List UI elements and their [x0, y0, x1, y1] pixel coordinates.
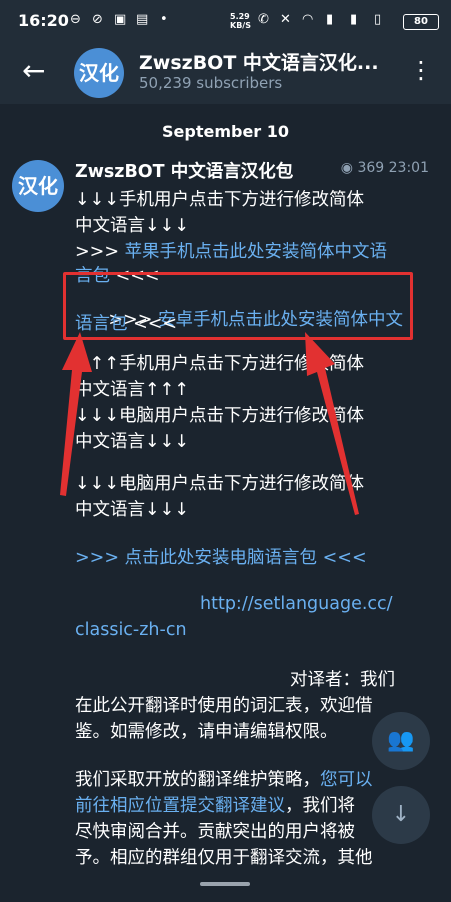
signal2-icon: ▮: [350, 12, 358, 27]
channel-avatar[interactable]: 汉化: [74, 48, 124, 98]
message-line: 鉴。如需修改，请申请编辑权限。: [75, 722, 338, 742]
battery-indicator: 80: [403, 14, 439, 30]
dnd-icon: ⊖: [70, 12, 81, 27]
status-bar: 16:20 ⊖ ⊘ ▣ ▤ • 5.29 KB/S ✆ ✕ ◠ ▮ ▮ ▯ 80: [0, 0, 451, 42]
link-prefix: >>>: [75, 242, 125, 262]
ios-install-link[interactable]: 苹果手机点击此处安装简体中文语: [125, 242, 388, 262]
chat-header: ← 汉化 ZwszBOT 中文语言汉化... 50,239 subscriber…: [0, 42, 451, 104]
call-icon: ✆: [258, 12, 269, 27]
message-line: 予。相应的群组仅用于翻译交流，其他: [75, 848, 373, 868]
suggest-link[interactable]: 您可以: [320, 770, 373, 790]
app-icon: ▣: [114, 12, 127, 27]
message-line: 中文语言↓↓↓: [75, 216, 189, 236]
message-meta: ◉ 369 23:01: [341, 160, 429, 176]
url-link[interactable]: http://setlanguage.cc/: [200, 594, 393, 614]
more-menu-icon[interactable]: ⋮: [409, 56, 433, 84]
status-time: 16:20: [18, 11, 69, 30]
message-sender[interactable]: ZwszBOT 中文语言汉化包: [75, 158, 293, 183]
net-speed: 5.29 KB/S: [230, 12, 251, 30]
message-line: 尽快审阅合并。贡献突出的用户将被: [75, 822, 355, 842]
date-separator: September 10: [161, 122, 290, 141]
message-avatar[interactable]: 汉化: [12, 160, 64, 212]
message-line: >>> 苹果手机点击此处安装简体中文语: [75, 238, 387, 263]
eye-icon: ◉: [340, 160, 353, 176]
signal1-icon: ▮: [326, 12, 334, 27]
message-line: 前往相应位置提交翻译建议，我们将: [75, 792, 355, 817]
message-line: 在此公开翻译时使用的词汇表，欢迎借: [75, 696, 373, 716]
url-link-cont[interactable]: classic-zh-cn: [75, 620, 187, 640]
scroll-down-icon[interactable]: ↓: [372, 786, 430, 844]
add-member-icon[interactable]: 👥: [372, 712, 430, 770]
text: ，我们将: [285, 796, 355, 816]
pc-install-link[interactable]: >>> 点击此处安装电脑语言包 <<<: [75, 544, 367, 569]
view-count: 369: [357, 160, 385, 176]
subscriber-count: 50,239 subscribers: [139, 74, 283, 92]
hd-icon: ▯: [374, 12, 382, 27]
red-arrow-left: [60, 332, 92, 496]
text: 我们采取开放的翻译维护策略，: [75, 770, 320, 790]
message-line: 对译者：我们: [290, 670, 395, 690]
wifi-icon: ◠: [302, 12, 314, 27]
dots-icon: •: [160, 12, 168, 27]
news-icon: ▤: [136, 12, 149, 27]
block-icon: ⊘: [92, 12, 103, 27]
home-gesture-pill[interactable]: [200, 882, 250, 886]
navigation-bar: [0, 870, 451, 902]
message-line: ↓↓↓手机用户点击下方进行修改简体: [75, 190, 364, 210]
red-arrow-right: [305, 332, 359, 515]
mute-icon: ✕: [280, 12, 291, 27]
back-arrow-icon[interactable]: ←: [22, 54, 45, 87]
suggest-link-cont[interactable]: 前往相应位置提交翻译建议: [75, 796, 285, 816]
message-time: 23:01: [388, 160, 429, 176]
message-line: 我们采取开放的翻译维护策略，您可以: [75, 766, 373, 791]
channel-title[interactable]: ZwszBOT 中文语言汉化...: [139, 48, 379, 75]
